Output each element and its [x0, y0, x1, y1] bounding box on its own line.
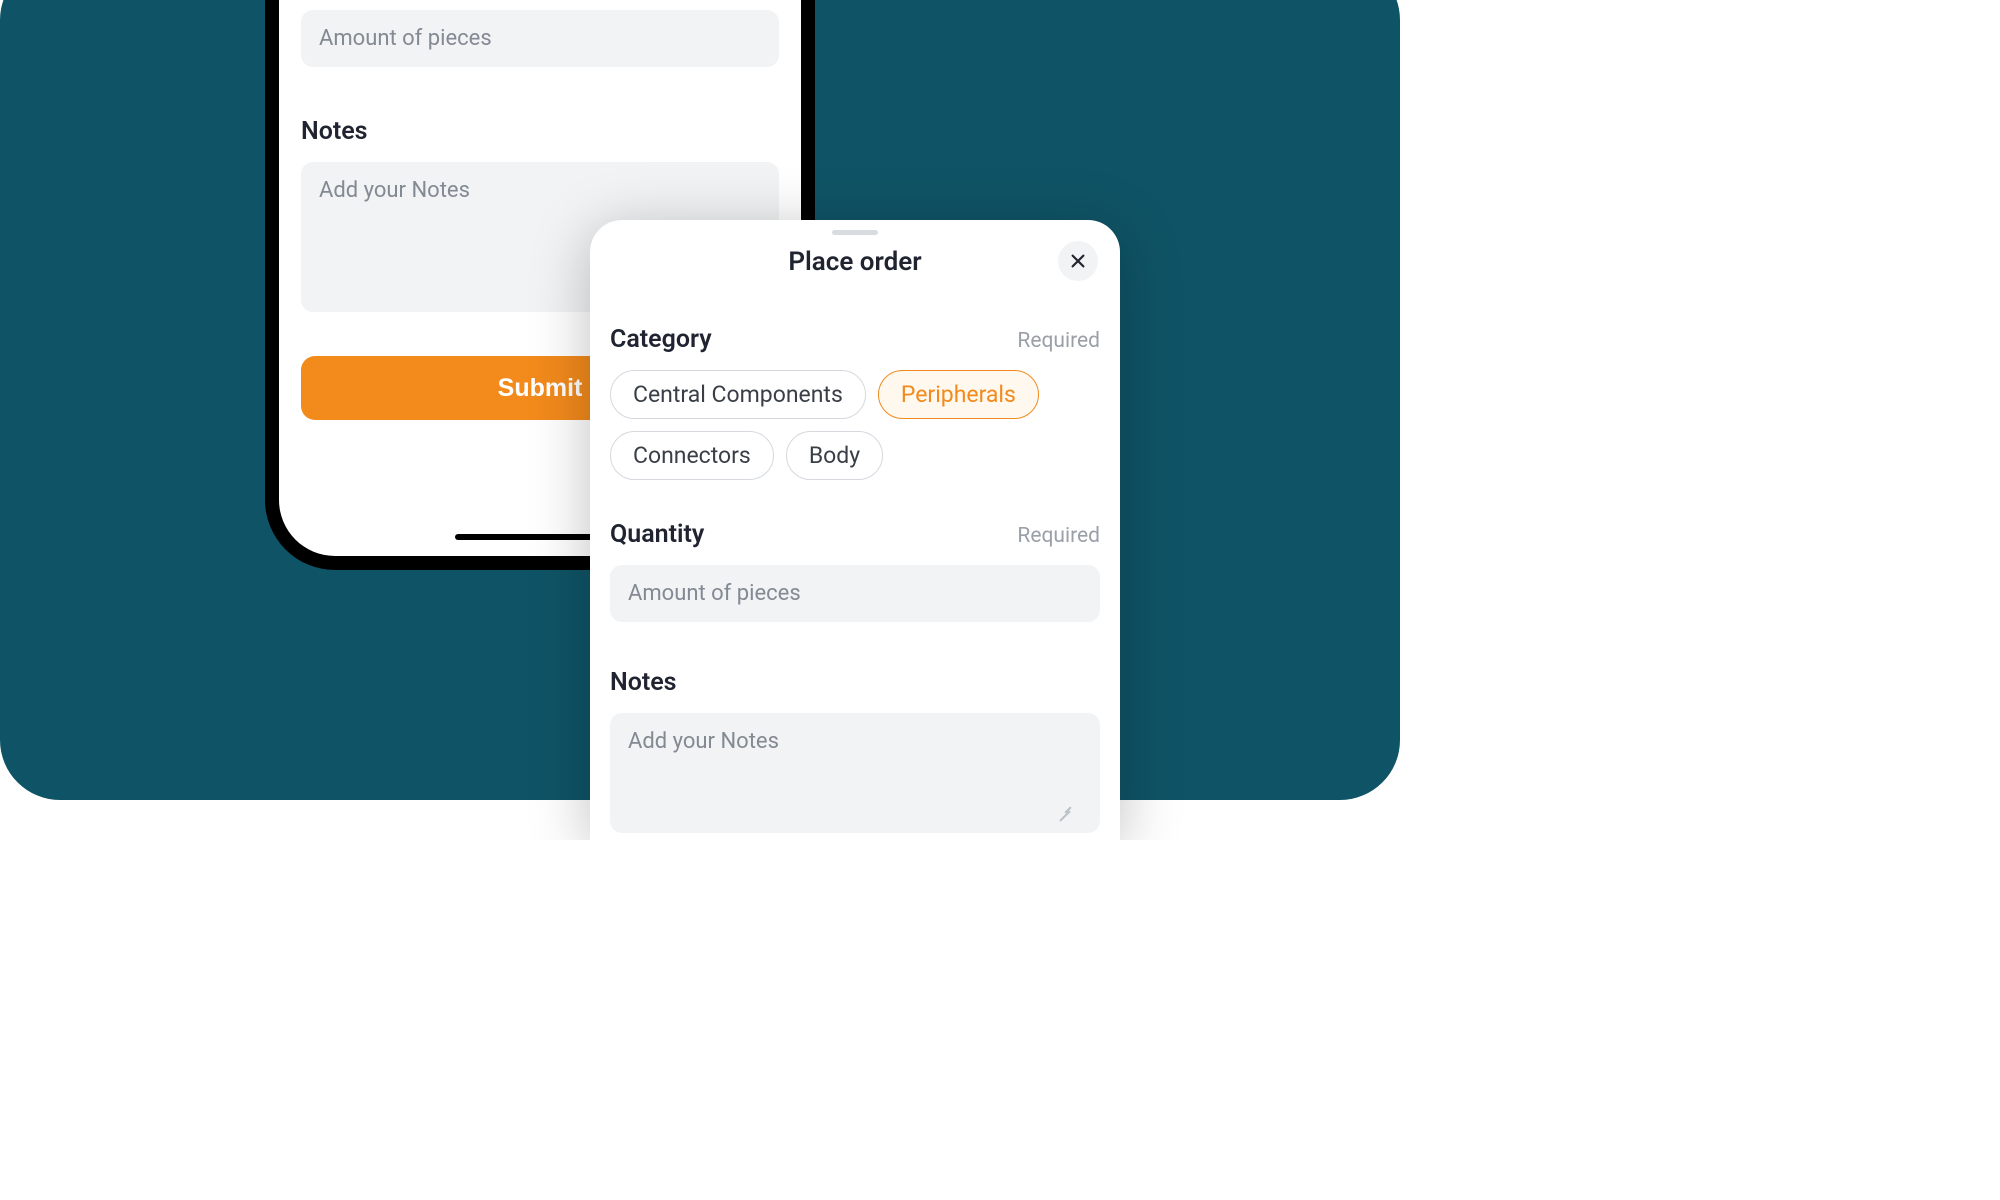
category-required: Required: [1017, 329, 1100, 353]
notes-row-back: Notes: [301, 117, 779, 146]
close-icon: [1069, 252, 1087, 270]
modal-header: Place order: [610, 235, 1100, 299]
close-button[interactable]: [1058, 241, 1098, 281]
chip-body[interactable]: Body: [786, 431, 883, 480]
category-row: Category Required: [610, 325, 1100, 354]
quantity-label: Quantity: [610, 520, 704, 549]
notes-input[interactable]: [610, 713, 1100, 833]
quantity-input-back[interactable]: [301, 10, 779, 67]
notes-row: Notes: [610, 668, 1100, 697]
chip-peripherals[interactable]: Peripherals: [878, 370, 1039, 419]
place-order-modal: Place order Category Required Central Co…: [590, 220, 1120, 840]
modal-title: Place order: [610, 247, 1100, 277]
quantity-required: Required: [1017, 524, 1100, 548]
quantity-row: Quantity Required: [610, 520, 1100, 549]
category-label: Category: [610, 325, 712, 354]
chip-central-components[interactable]: Central Components: [610, 370, 866, 419]
chip-connectors[interactable]: Connectors: [610, 431, 774, 480]
notes-wrap: [610, 697, 1100, 837]
category-chips: Central Components Peripherals Connector…: [610, 370, 1100, 480]
notes-label: Notes: [301, 117, 368, 146]
notes-label: Notes: [610, 668, 677, 697]
quantity-input[interactable]: [610, 565, 1100, 622]
stage: Connectors Body Quantity Required Notes …: [0, 0, 1400, 840]
